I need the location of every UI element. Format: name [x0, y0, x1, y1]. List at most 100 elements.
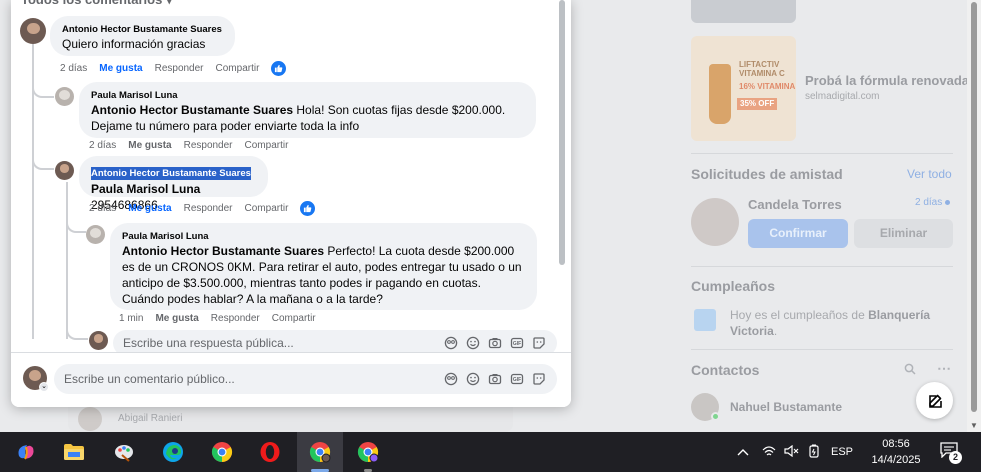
search-contacts-icon[interactable]: [904, 362, 916, 380]
chevron-down-icon[interactable]: ⌄: [39, 382, 49, 392]
comment-body: Antonio Hector Bustamante Suares Hola! S…: [91, 102, 524, 134]
lower-comment-avatar: [78, 407, 102, 431]
comment-time[interactable]: 2 días: [89, 203, 116, 214]
comment-actions: 2 días Me gusta Responder Compartir: [89, 201, 316, 216]
comment-author[interactable]: Antonio Hector Bustamante Suares: [62, 23, 223, 36]
commenter-avatar[interactable]: [86, 225, 105, 244]
reply-button[interactable]: Responder: [211, 313, 260, 324]
commenter-avatar[interactable]: [55, 161, 74, 180]
clock[interactable]: 08:56 14/4/2025: [862, 436, 930, 468]
chrome-browser-icon[interactable]: [199, 432, 245, 472]
thread-connector: [32, 80, 54, 98]
sticker-icon[interactable]: [531, 371, 547, 387]
share-button[interactable]: Compartir: [216, 63, 260, 74]
share-button[interactable]: Compartir: [245, 140, 289, 151]
birthday-text: Hoy es el cumpleaños de Blanquería Victo…: [730, 308, 931, 338]
sticker-icon[interactable]: [531, 335, 547, 351]
like-button[interactable]: Me gusta: [128, 140, 171, 151]
avatar-sticker-icon[interactable]: [443, 371, 459, 387]
comment-time[interactable]: 1 min: [119, 313, 143, 324]
reply-button[interactable]: Responder: [155, 63, 204, 74]
remove-button[interactable]: Eliminar: [854, 219, 953, 248]
reply-button[interactable]: Responder: [184, 203, 233, 214]
ad-image[interactable]: LIFTACTIV VITAMINA C 16% VITAMINA 35% OF…: [691, 36, 796, 141]
lower-comment-author: Abigail Ranieri: [118, 413, 183, 424]
emoji-icon[interactable]: [465, 335, 481, 351]
current-user-avatar[interactable]: [89, 331, 108, 350]
divider: [691, 266, 953, 267]
dialog-scrollbar-thumb[interactable]: [559, 0, 565, 265]
ad-domain: selmadigital.com: [805, 91, 880, 102]
comment-input[interactable]: Escribe un comentario público... GIF: [54, 364, 557, 394]
serum-bottle-image: [709, 64, 731, 124]
friend-request-avatar[interactable]: [691, 198, 739, 246]
comment-time[interactable]: 2 días: [89, 140, 116, 151]
confirm-button[interactable]: Confirmar: [748, 219, 848, 248]
see-all-link[interactable]: Ver todo: [907, 167, 952, 181]
gif-icon[interactable]: GIF: [509, 335, 525, 351]
thread-line: [66, 182, 68, 339]
file-explorer-icon[interactable]: [51, 432, 97, 472]
chrome-profile-icon[interactable]: [297, 432, 343, 472]
contacts-title: Contactos: [691, 362, 760, 378]
share-button[interactable]: Compartir: [272, 313, 316, 324]
edge-browser-icon[interactable]: [150, 432, 196, 472]
comment-mention[interactable]: Antonio Hector Bustamante Suares: [91, 103, 293, 117]
more-options-icon[interactable]: ⋯: [937, 360, 951, 377]
comments-dialog: Todos los comentarios ▾ Antonio Hector B…: [11, 0, 571, 407]
like-reaction-icon[interactable]: [300, 201, 316, 216]
like-reaction-icon[interactable]: [271, 61, 287, 76]
comment-mention[interactable]: Antonio Hector Bustamante Suares: [122, 244, 324, 258]
copilot-icon[interactable]: [3, 432, 49, 472]
new-message-button[interactable]: [916, 382, 953, 419]
like-button[interactable]: Me gusta: [128, 203, 171, 214]
gif-icon[interactable]: GIF: [509, 371, 525, 387]
like-button[interactable]: Me gusta: [99, 63, 142, 74]
comment-body: Antonio Hector Bustamante Suares Perfect…: [122, 243, 525, 307]
emoji-icon[interactable]: [465, 371, 481, 387]
friend-request-name[interactable]: Candela Torres: [748, 197, 842, 212]
scroll-down-arrow-icon[interactable]: ▼: [970, 421, 978, 430]
camera-icon[interactable]: [487, 371, 503, 387]
online-status-icon: [711, 412, 720, 421]
wifi-icon[interactable]: [762, 445, 776, 460]
paint-app-icon[interactable]: [101, 432, 147, 472]
language-indicator[interactable]: ESP: [831, 446, 853, 458]
share-button[interactable]: Compartir: [245, 203, 289, 214]
commenter-avatar[interactable]: [20, 18, 46, 44]
ad-title[interactable]: Probá la fórmula renovada: [805, 73, 969, 88]
show-hidden-icons-icon[interactable]: [736, 448, 750, 456]
clock-date: 14/4/2025: [871, 454, 921, 466]
dialog-scrollbar[interactable]: [557, 0, 567, 352]
chrome-profile-icon[interactable]: [345, 432, 391, 472]
comment-bubble: Antonio Hector Bustamante Suares Paula M…: [79, 156, 268, 212]
camera-icon[interactable]: [487, 335, 503, 351]
comment-actions: 2 días Me gusta Responder Compartir: [60, 61, 287, 76]
comment-composer-bar: ⌄ Escribe un comentario público... GIF: [11, 352, 571, 407]
contact-name[interactable]: Nahuel Bustamante: [730, 400, 842, 414]
ad-image-top: [691, 0, 796, 23]
comment-author[interactable]: Paula Marisol Luna: [91, 89, 524, 102]
comment-actions: 1 min Me gusta Responder Compartir: [119, 313, 316, 324]
unread-dot-icon: [945, 199, 951, 205]
comment-bubble: Paula Marisol Luna Antonio Hector Bustam…: [79, 82, 536, 138]
commenter-avatar[interactable]: [55, 87, 74, 106]
friend-requests-title: Solicitudes de amistad: [691, 166, 843, 182]
avatar-sticker-icon[interactable]: [443, 335, 459, 351]
comment-mention[interactable]: Paula Marisol Luna: [91, 182, 200, 196]
opera-browser-icon[interactable]: [247, 432, 293, 472]
volume-muted-icon[interactable]: [784, 444, 800, 460]
reply-button[interactable]: Responder: [184, 140, 233, 151]
ad-image-line1: LIFTACTIV VITAMINA C: [739, 60, 785, 78]
comment-bubble: Antonio Hector Bustamante Suares Quiero …: [50, 16, 235, 56]
comment-author[interactable]: Antonio Hector Bustamante Suares: [91, 167, 251, 180]
like-button[interactable]: Me gusta: [155, 313, 198, 324]
comments-filter[interactable]: Todos los comentarios ▾: [21, 0, 172, 8]
comment-author[interactable]: Paula Marisol Luna: [122, 230, 525, 243]
comment-bubble: Paula Marisol Luna Antonio Hector Bustam…: [110, 223, 537, 310]
page-scrollbar-thumb[interactable]: [971, 2, 977, 412]
page-scrollbar[interactable]: ▼: [967, 0, 981, 432]
comment-time[interactable]: 2 días: [60, 63, 87, 74]
battery-icon[interactable]: [808, 444, 820, 461]
notifications-button[interactable]: 2: [940, 442, 964, 464]
